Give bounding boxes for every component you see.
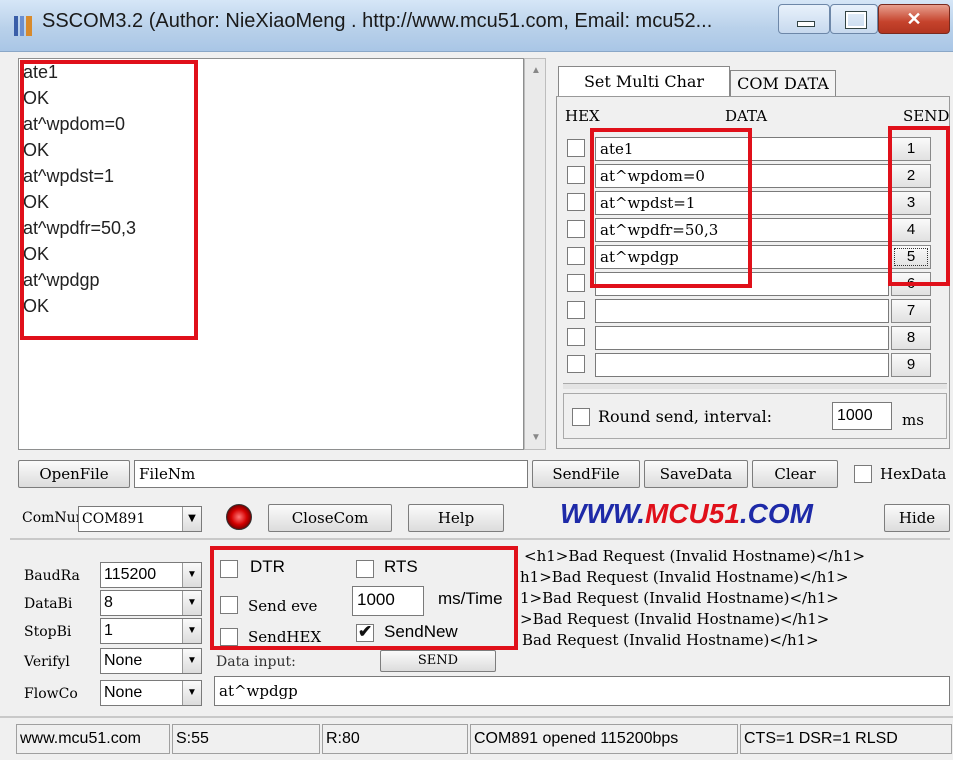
hex-checkbox[interactable] xyxy=(567,166,585,184)
log-line: <h1>Bad Request (Invalid Hostname)</h1> xyxy=(524,547,866,565)
openfile-button[interactable]: OpenFile xyxy=(18,460,130,488)
receive-scrollbar[interactable]: ▲ ▼ xyxy=(524,58,546,450)
status-separator xyxy=(0,716,953,718)
data-field[interactable] xyxy=(595,353,889,377)
stopbits-label: StopBi xyxy=(24,624,72,640)
round-unit-label: ms xyxy=(902,411,924,429)
data-header: DATA xyxy=(725,107,768,125)
hex-checkbox[interactable] xyxy=(567,139,585,157)
closecom-button[interactable]: CloseCom xyxy=(268,504,392,532)
title-bar[interactable]: SSCOM3.2 (Author: NieXiaoMeng . http://w… xyxy=(0,0,953,52)
minimize-button[interactable] xyxy=(778,4,830,34)
hex-checkbox[interactable] xyxy=(567,274,585,292)
round-interval-input[interactable]: 1000 xyxy=(832,402,892,430)
send-button-8[interactable]: 8 xyxy=(891,326,931,350)
verify-select[interactable]: None ▼ xyxy=(100,648,202,674)
log-line: 1>Bad Request (Invalid Hostname)</h1> xyxy=(520,589,839,607)
scroll-down-icon: ▼ xyxy=(531,432,541,443)
hexdata-label: HexData xyxy=(880,465,947,483)
app-icon xyxy=(14,16,32,36)
log-line: h1>Bad Request (Invalid Hostname)</h1> xyxy=(520,568,849,586)
sendfile-button[interactable]: SendFile xyxy=(532,460,640,488)
chevron-down-icon: ▼ xyxy=(182,591,201,615)
maximize-button[interactable] xyxy=(830,4,878,34)
round-send-checkbox[interactable] xyxy=(572,408,590,426)
maximize-icon xyxy=(831,5,877,33)
verify-label: Verifyl xyxy=(24,654,70,670)
savedata-button[interactable]: SaveData xyxy=(644,460,748,488)
round-send-label: Round send, interval: xyxy=(598,407,773,426)
close-button[interactable]: ✕ xyxy=(878,4,950,34)
send-header: SEND xyxy=(903,107,950,125)
databits-value: 8 xyxy=(104,594,113,611)
hex-checkbox[interactable] xyxy=(567,328,585,346)
send-highlight-box xyxy=(888,126,950,286)
flow-label: FlowCo xyxy=(24,686,78,702)
data-input-label: Data input: xyxy=(216,654,296,670)
comnum-value: COM891 xyxy=(82,511,146,527)
status-received: R:80 xyxy=(322,724,468,754)
hex-checkbox[interactable] xyxy=(567,301,585,319)
send-button-7[interactable]: 7 xyxy=(891,299,931,323)
log-line: >Bad Request (Invalid Hostname)</h1> xyxy=(520,610,830,628)
clear-button[interactable]: Clear xyxy=(752,460,838,488)
filename-input[interactable]: FileNm xyxy=(134,460,528,488)
hide-button[interactable]: Hide xyxy=(884,504,950,532)
hexdata-checkbox[interactable] xyxy=(854,465,872,483)
flow-value: None xyxy=(104,684,143,701)
sscom-window: SSCOM3.2 (Author: NieXiaoMeng . http://w… xyxy=(0,0,953,760)
chevron-down-icon: ▼ xyxy=(182,563,201,587)
response-log: <h1>Bad Request (Invalid Hostname)</h1> … xyxy=(520,544,952,670)
data-field[interactable] xyxy=(595,326,889,350)
chevron-down-icon: ▼ xyxy=(182,681,201,705)
stopbits-select[interactable]: 1 ▼ xyxy=(100,618,202,644)
hex-checkbox[interactable] xyxy=(567,355,585,373)
options-highlight-box xyxy=(210,546,518,650)
status-lines: CTS=1 DSR=1 RLSD xyxy=(740,724,952,754)
scroll-up-icon: ▲ xyxy=(531,65,541,76)
baud-select[interactable]: 115200 ▼ xyxy=(100,562,202,588)
port-status-indicator-icon xyxy=(226,504,252,530)
data-field[interactable] xyxy=(595,299,889,323)
hex-checkbox[interactable] xyxy=(567,193,585,211)
receive-highlight-box xyxy=(20,60,198,340)
close-icon: ✕ xyxy=(906,9,922,29)
data-highlight-box xyxy=(590,128,752,288)
send-button[interactable]: SEND xyxy=(380,650,496,672)
chevron-down-icon: ▼ xyxy=(182,619,201,643)
chevron-down-icon: ▼ xyxy=(182,649,201,673)
tab-com-data[interactable]: COM DATA xyxy=(730,70,836,98)
stopbits-value: 1 xyxy=(104,622,113,639)
databits-label: DataBi xyxy=(24,596,73,612)
baud-label: BaudRa xyxy=(24,568,80,584)
data-input-field[interactable]: at^wpdgp xyxy=(214,676,950,706)
send-button-9[interactable]: 9 xyxy=(891,353,931,377)
hex-checkbox[interactable] xyxy=(567,247,585,265)
window-title: SSCOM3.2 (Author: NieXiaoMeng . http://w… xyxy=(42,10,713,32)
hex-checkbox[interactable] xyxy=(567,220,585,238)
website-logo: WWW.MCU51.COM xyxy=(560,498,814,529)
help-button[interactable]: Help xyxy=(408,504,504,532)
comnum-select[interactable]: COM891 ▼ xyxy=(78,506,202,532)
log-line: Bad Request (Invalid Hostname)</h1> xyxy=(522,631,819,649)
hex-header: HEX xyxy=(565,107,600,125)
baud-value: 115200 xyxy=(104,566,157,583)
verify-value: None xyxy=(104,652,143,669)
flow-select[interactable]: None ▼ xyxy=(100,680,202,706)
round-send-group: Round send, interval: 1000 ms xyxy=(563,393,947,439)
chevron-down-icon: ▼ xyxy=(182,507,201,531)
status-site: www.mcu51.com xyxy=(16,724,170,754)
minimize-icon xyxy=(779,5,829,33)
tab-set-multi-char[interactable]: Set Multi Char xyxy=(558,66,730,98)
section-separator xyxy=(10,538,950,540)
status-port: COM891 opened 115200bps xyxy=(470,724,738,754)
databits-select[interactable]: 8 ▼ xyxy=(100,590,202,616)
status-sent: S:55 xyxy=(172,724,320,754)
rows-divider xyxy=(563,383,947,389)
